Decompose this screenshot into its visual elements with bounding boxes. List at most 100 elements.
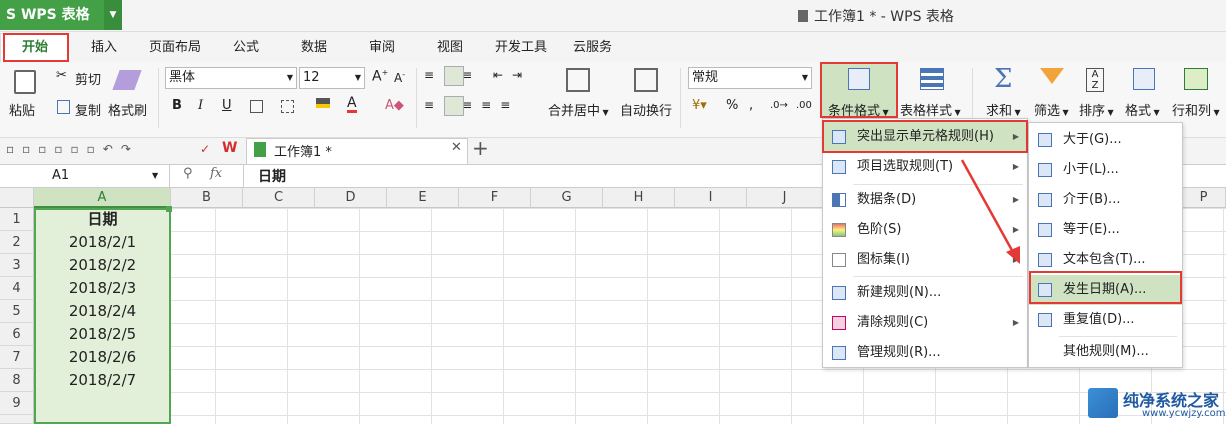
column-header-f[interactable]: F <box>459 188 531 208</box>
filter-button[interactable]: 筛选 ▼ <box>1034 100 1069 119</box>
copy-icon <box>57 100 70 114</box>
quick-access-icons[interactable]: ▫▫▫▫▫▫↶↷ <box>6 142 139 156</box>
decimal-increase-icon[interactable]: .0→ <box>770 100 788 111</box>
increase-font-icon[interactable]: A+ <box>372 68 388 85</box>
menu-item-greater-than[interactable]: 大于(G)... <box>1029 125 1182 155</box>
wrap-text-button[interactable]: 自动换行 <box>620 100 672 119</box>
align-middle-icon[interactable] <box>444 66 464 86</box>
column-header-h[interactable]: H <box>603 188 675 208</box>
row-header[interactable] <box>0 415 34 424</box>
menu-item-less-than[interactable]: 小于(L)... <box>1029 155 1182 185</box>
cell-a5[interactable]: 2018/2/4 <box>36 300 169 323</box>
cell-style-icon[interactable] <box>281 100 294 113</box>
row-header[interactable]: 2 <box>0 231 34 254</box>
tab-review[interactable]: 审阅 <box>369 36 395 55</box>
color-scale-icon <box>832 223 846 237</box>
number-format-select[interactable]: 常规 ▼ <box>688 67 812 89</box>
cell-a6[interactable]: 2018/2/5 <box>36 323 169 346</box>
name-box[interactable]: A1 ▼ <box>0 165 170 187</box>
tab-insert[interactable]: 插入 <box>91 36 117 55</box>
eraser-icon <box>832 316 846 330</box>
row-header[interactable]: 8 <box>0 369 34 392</box>
horizontal-align-icons[interactable]: ≡≡≡≡≡ <box>424 98 519 112</box>
fx-icon[interactable]: fx <box>210 166 222 181</box>
paste-icon[interactable] <box>14 70 36 94</box>
menu-item-duplicate-values[interactable]: 重复值(D)... <box>1029 305 1182 335</box>
cell-a3[interactable]: 2018/2/2 <box>36 254 169 277</box>
align-center-icon[interactable] <box>444 96 464 116</box>
column-header-i[interactable]: I <box>675 188 747 208</box>
app-menu-dropdown-icon[interactable]: ▼ <box>104 0 122 30</box>
bold-icon[interactable]: B <box>172 98 182 113</box>
row-header[interactable]: 6 <box>0 323 34 346</box>
close-tab-icon[interactable]: ✕ <box>451 140 462 155</box>
tab-formulas[interactable]: 公式 <box>233 36 259 55</box>
underline-icon[interactable]: U <box>222 98 232 113</box>
font-color-icon[interactable]: A <box>347 96 357 113</box>
pin-icon[interactable]: ✓ <box>200 142 210 156</box>
search-icon[interactable]: ⚲ <box>183 166 193 181</box>
border-icon[interactable] <box>250 100 263 113</box>
font-name-select[interactable]: 黑体 ▼ <box>165 67 297 89</box>
decimal-decrease-icon[interactable]: .00 <box>796 100 812 111</box>
wrap-text-icon <box>634 68 658 92</box>
tab-developer[interactable]: 开发工具 <box>495 36 547 55</box>
font-size-select[interactable]: 12 ▼ <box>299 67 365 89</box>
percent-icon[interactable]: % <box>726 98 738 113</box>
cell-a7[interactable]: 2018/2/6 <box>36 346 169 369</box>
row-header[interactable]: 1 <box>0 208 34 231</box>
format-painter-button[interactable]: 格式刷 <box>108 100 147 119</box>
menu-item-more-rules[interactable]: 其他规则(M)... <box>1029 337 1182 367</box>
row-header[interactable]: 9 <box>0 392 34 415</box>
cut-button[interactable]: 剪切 <box>75 69 101 88</box>
new-tab-icon[interactable]: + <box>472 136 489 160</box>
menu-item-clear-rules[interactable]: 清除规则(C) ▶ <box>823 308 1027 338</box>
currency-icon[interactable]: ¥▾ <box>692 98 707 113</box>
menu-item-manage-rules[interactable]: 管理规则(R)... <box>823 338 1027 368</box>
column-header-j[interactable]: J <box>747 188 823 208</box>
app-menu-button[interactable]: S WPS 表格 <box>0 0 104 30</box>
format-button[interactable]: 格式 ▼ <box>1125 100 1160 119</box>
indent-icons[interactable]: ⇤⇥ <box>493 68 531 82</box>
row-header[interactable]: 4 <box>0 277 34 300</box>
row-header[interactable]: 7 <box>0 346 34 369</box>
cell-a2[interactable]: 2018/2/1 <box>36 231 169 254</box>
column-header-d[interactable]: D <box>315 188 387 208</box>
comma-icon[interactable]: , <box>749 98 753 113</box>
cell-a1[interactable]: 日期 <box>36 208 169 231</box>
column-header-g[interactable]: G <box>531 188 603 208</box>
tab-cloud[interactable]: 云服务 <box>573 36 612 55</box>
decrease-font-icon[interactable]: A- <box>394 70 405 85</box>
menu-item-between[interactable]: 介于(B)... <box>1029 185 1182 215</box>
chevron-down-icon: ▼ <box>152 171 159 180</box>
sum-button[interactable]: 求和 ▼ <box>986 100 1021 119</box>
select-all-corner[interactable] <box>0 188 34 208</box>
row-header[interactable]: 5 <box>0 300 34 323</box>
column-header-a[interactable]: A <box>34 188 171 208</box>
paste-button[interactable]: 粘贴 <box>9 100 35 119</box>
menu-item-new-rule[interactable]: 新建规则(N)... <box>823 278 1027 308</box>
cell-a8[interactable]: 2018/2/7 <box>36 369 169 392</box>
fill-color-icon[interactable] <box>316 98 330 108</box>
column-header-c[interactable]: C <box>243 188 315 208</box>
formula-divider <box>243 165 244 187</box>
column-header-b[interactable]: B <box>171 188 243 208</box>
tab-view[interactable]: 视图 <box>437 36 463 55</box>
wps-docer-icon[interactable]: W <box>222 140 237 156</box>
rows-columns-button[interactable]: 行和列 ▼ <box>1172 100 1220 119</box>
column-header-p[interactable]: P <box>1182 188 1226 208</box>
tab-page-layout[interactable]: 页面布局 <box>149 36 201 55</box>
merge-center-button[interactable]: 合并居中 ▼ <box>548 100 609 119</box>
column-header-e[interactable]: E <box>387 188 459 208</box>
cell-a9[interactable] <box>36 392 169 415</box>
table-style-button[interactable]: 表格样式 ▼ <box>900 100 961 119</box>
sort-button[interactable]: 排序 ▼ <box>1079 100 1114 119</box>
tab-data[interactable]: 数据 <box>301 36 327 55</box>
formula-input[interactable]: 日期 <box>258 166 286 186</box>
copy-button[interactable]: 复制 <box>75 100 101 119</box>
cell-a4[interactable]: 2018/2/3 <box>36 277 169 300</box>
row-header[interactable]: 3 <box>0 254 34 277</box>
clear-format-icon[interactable]: A◆ <box>385 98 404 113</box>
italic-icon[interactable]: I <box>198 98 203 113</box>
menu-item-equal-to[interactable]: 等于(E)... <box>1029 215 1182 245</box>
